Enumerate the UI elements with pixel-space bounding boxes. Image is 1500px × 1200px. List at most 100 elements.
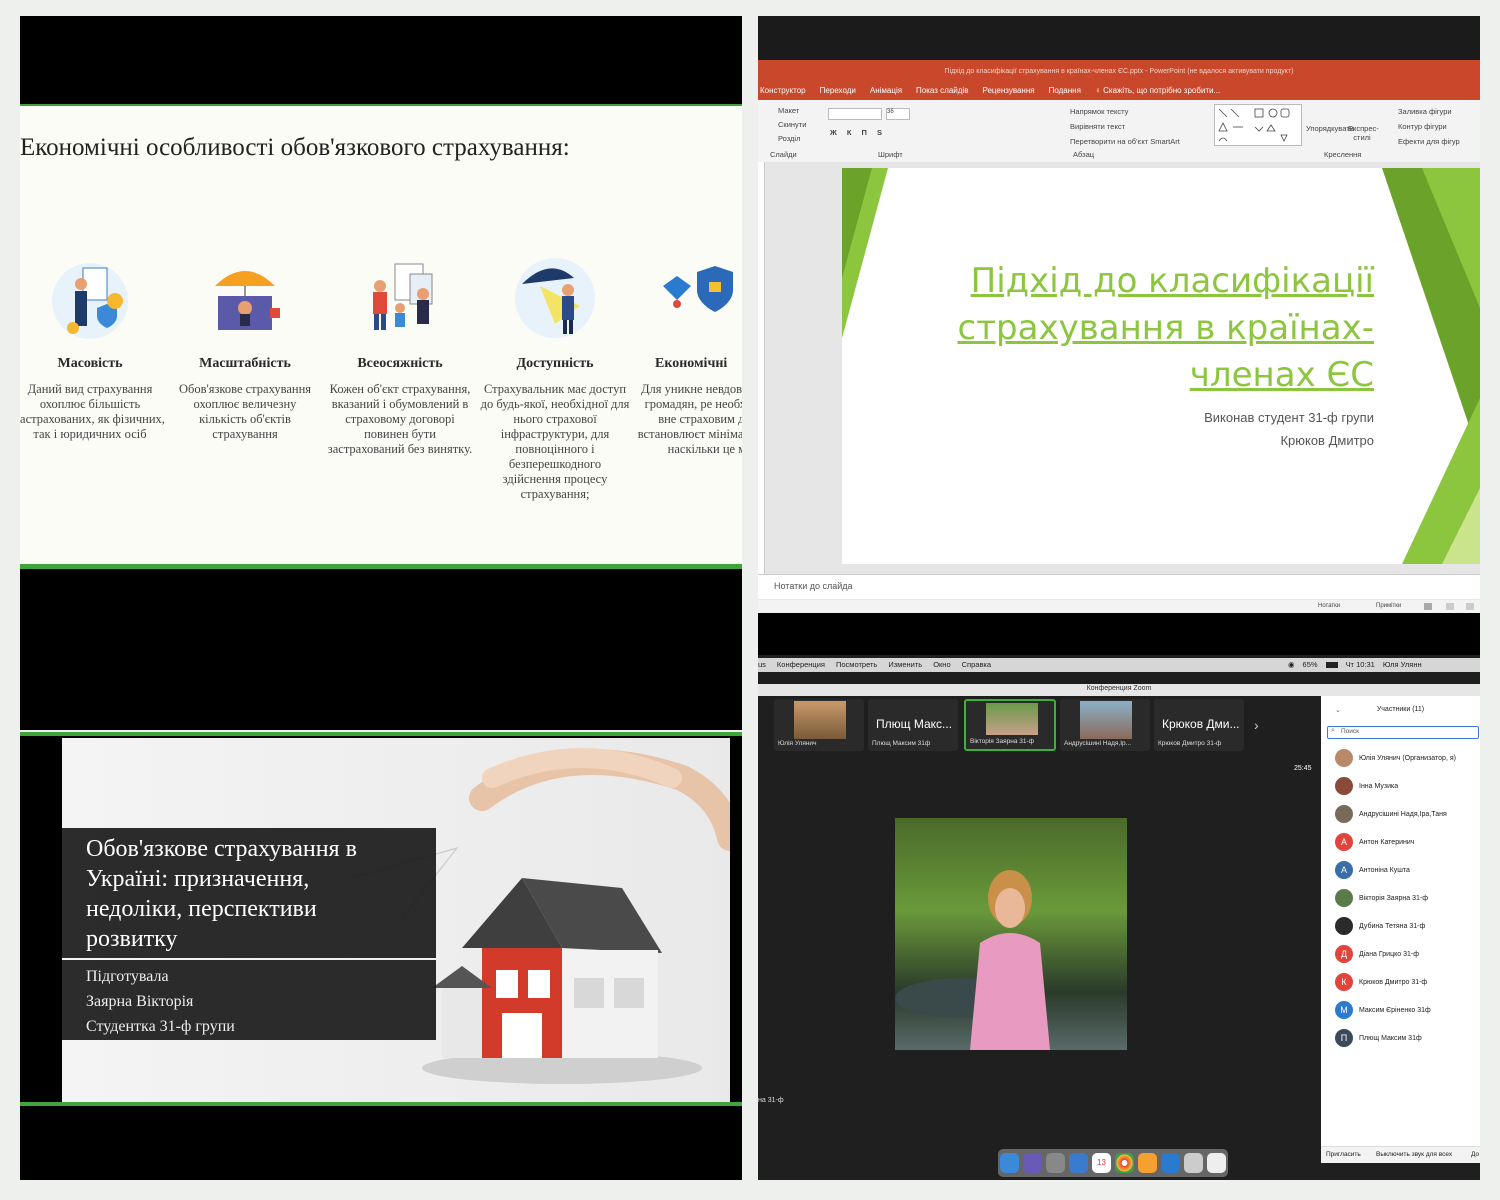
status-bar: Нотатки Примітки (758, 600, 1480, 613)
author-line: Студентка 31-ф групи (86, 1018, 235, 1035)
video-thumb[interactable]: Юлія Улянич (774, 699, 864, 751)
shape-outline-button[interactable]: Контур фігури (1398, 119, 1460, 134)
text-direction-button[interactable]: Напрямок тексту (1070, 104, 1180, 119)
participant-row[interactable]: А Антоніна Кушта (1335, 860, 1410, 880)
participant-row[interactable]: К Крюков Дмитро 31-ф (1335, 972, 1427, 992)
feature-title: Масовість (57, 356, 123, 371)
slide-subtitle: Виконав студент 31-ф групи Крюков Дмитро (1042, 406, 1374, 452)
avatar (1335, 889, 1353, 907)
folder-icon[interactable] (1184, 1153, 1203, 1173)
more-button[interactable]: До (1471, 1151, 1479, 1158)
zoom-icon[interactable] (1161, 1153, 1180, 1173)
menu-window[interactable]: Окно (933, 660, 950, 669)
thumbnail-scrollbar[interactable] (758, 162, 765, 598)
participant-name: Діана Грицко 31-ф (1359, 950, 1419, 958)
participant-row[interactable]: Вікторія Заярна 31-ф (1335, 888, 1428, 908)
notes-placeholder: Нотатки до слайда (774, 581, 853, 591)
smartart-button[interactable]: Перетворити на об'єкт SmartArt (1070, 134, 1180, 149)
layout-button[interactable]: Макет (778, 104, 806, 118)
align-text-button[interactable]: Вирівняти текст (1070, 119, 1180, 134)
shape-fill-button[interactable]: Заливка фігури (1398, 104, 1460, 119)
status-icons: ◉ 65% Чт 10:31 Юля Улянн (1288, 660, 1422, 669)
participant-row[interactable]: Дубина Тетяна 31-ф (1335, 916, 1425, 936)
participant-row[interactable]: М Максим Єріненко 31ф (1335, 1000, 1431, 1020)
feature-title: Доступність (516, 356, 594, 371)
finder-icon[interactable] (1000, 1153, 1019, 1173)
invite-button[interactable]: Пригласить (1326, 1151, 1361, 1158)
notes-toggle[interactable]: Нотатки (1318, 603, 1340, 609)
participant-search[interactable]: ⌕ Поиск (1327, 726, 1479, 739)
tell-me-box[interactable]: ♀ Скажіть, що потрібно зробити... (1095, 86, 1220, 95)
zoom-window-title: Конференция Zoom (1086, 685, 1152, 692)
group-label: Шрифт (878, 150, 903, 159)
participant-row[interactable]: Інна Музика (1335, 776, 1398, 796)
participant-row[interactable]: Юлія Улянич (Организатор, я) (1335, 748, 1456, 768)
thumb-name: Крюков Дмитро 31-ф (1158, 740, 1222, 747)
umbrella-laptop-icon (200, 246, 290, 346)
tab-review[interactable]: Рецензування (982, 86, 1034, 95)
reading-view-icon[interactable] (1466, 603, 1474, 610)
paragraph-group: Напрямок тексту Вирівняти текст Перетвор… (1070, 104, 1180, 149)
tab-slideshow[interactable]: Показ слайдів (916, 86, 968, 95)
stack-icon[interactable] (1138, 1153, 1157, 1173)
siri-icon[interactable] (1023, 1153, 1042, 1173)
comments-toggle[interactable]: Примітки (1376, 603, 1401, 609)
menu-edit[interactable]: Изменить (888, 660, 922, 669)
menu-app[interactable]: us (758, 660, 766, 669)
avatar (1335, 749, 1353, 767)
chevron-right-icon[interactable]: › (1254, 717, 1259, 733)
font-name-input[interactable] (828, 108, 882, 120)
shape-effects-button[interactable]: Ефекти для фігур (1398, 134, 1460, 149)
subtitle-line: Крюков Дмитро (1280, 433, 1374, 448)
tab-transitions[interactable]: Переходи (820, 86, 856, 95)
video-thumb[interactable]: Андрусішині Надя,Ір... (1060, 699, 1150, 751)
slide-title: Підхід до класифікації страхування в кра… (957, 261, 1374, 395)
lightbulb-icon: ♀ (1094, 86, 1104, 95)
participant-row[interactable]: Д Діана Грицко 31-ф (1335, 944, 1419, 964)
reset-button[interactable]: Скинути (778, 118, 806, 132)
trash-icon[interactable] (1207, 1153, 1226, 1173)
video-thumb-active[interactable]: Вікторія Заярна 31-ф (964, 699, 1056, 751)
wifi-icon[interactable]: ◉ (1288, 660, 1295, 669)
launchpad-icon[interactable] (1046, 1153, 1065, 1173)
participant-video (1080, 701, 1132, 739)
participant-row[interactable]: Андрусішині Надя,Іра,Таня (1335, 804, 1447, 824)
avatar (1335, 777, 1353, 795)
clock[interactable]: Чт 10:31 (1346, 660, 1375, 669)
menu-view[interactable]: Посмотреть (836, 660, 877, 669)
menu-help[interactable]: Справка (962, 660, 991, 669)
quick-styles-button[interactable]: Експрес-стилі (1348, 124, 1379, 142)
video-thumb[interactable]: Крюков Дми... Крюков Дмитро 31-ф (1154, 699, 1244, 751)
tab-design[interactable]: Конструктор (760, 86, 806, 95)
avatar: Д (1335, 945, 1353, 963)
battery-icon[interactable] (1325, 661, 1338, 668)
normal-view-icon[interactable] (1424, 603, 1432, 610)
author-line: Заярна Вікторія (86, 993, 194, 1010)
feature-title: Всеосяжність (357, 356, 443, 371)
arrange-button[interactable]: Упорядкувати (1306, 124, 1354, 133)
calendar-icon[interactable]: 13 (1092, 1153, 1111, 1173)
tell-me-text: Скажіть, що потрібно зробити... (1103, 86, 1221, 95)
font-size-input[interactable]: 36 (886, 108, 910, 120)
slide-canvas[interactable]: Підхід до класифікації страхування в кра… (842, 168, 1480, 564)
safari-icon[interactable] (1069, 1153, 1088, 1173)
sorter-view-icon[interactable] (1446, 603, 1454, 610)
menu-conference[interactable]: Конференция (777, 660, 825, 669)
thumb-name: Плющ Максим 31ф (872, 740, 931, 747)
tab-view[interactable]: Подання (1049, 86, 1081, 95)
notes-pane[interactable]: Нотатки до слайда (758, 574, 1480, 599)
participant-row[interactable]: П Плющ Максим 31ф (1335, 1028, 1422, 1048)
mute-all-button[interactable]: Выключить звук для всех (1376, 1151, 1452, 1158)
participant-row[interactable]: А Антон Катеринич (1335, 832, 1414, 852)
feature-desc: Кожен об'єкт страхування, вказаний і обу… (327, 382, 473, 456)
video-thumb[interactable]: Плющ Макс... Плющ Максим 31ф (868, 699, 958, 751)
tab-animations[interactable]: Анімація (870, 86, 902, 95)
shapes-gallery[interactable] (1214, 104, 1302, 146)
family-documents-icon (355, 246, 445, 346)
user-menu[interactable]: Юля Улянн (1383, 660, 1422, 669)
font-format-buttons[interactable]: Ж К П S (830, 128, 886, 137)
ribbon: Макет Скинути Розділ Слайди 36 Ж К П S Ш… (758, 100, 1480, 163)
desktop-strip (758, 672, 1480, 684)
chrome-icon[interactable] (1115, 1153, 1134, 1173)
section-button[interactable]: Розділ (778, 132, 806, 146)
